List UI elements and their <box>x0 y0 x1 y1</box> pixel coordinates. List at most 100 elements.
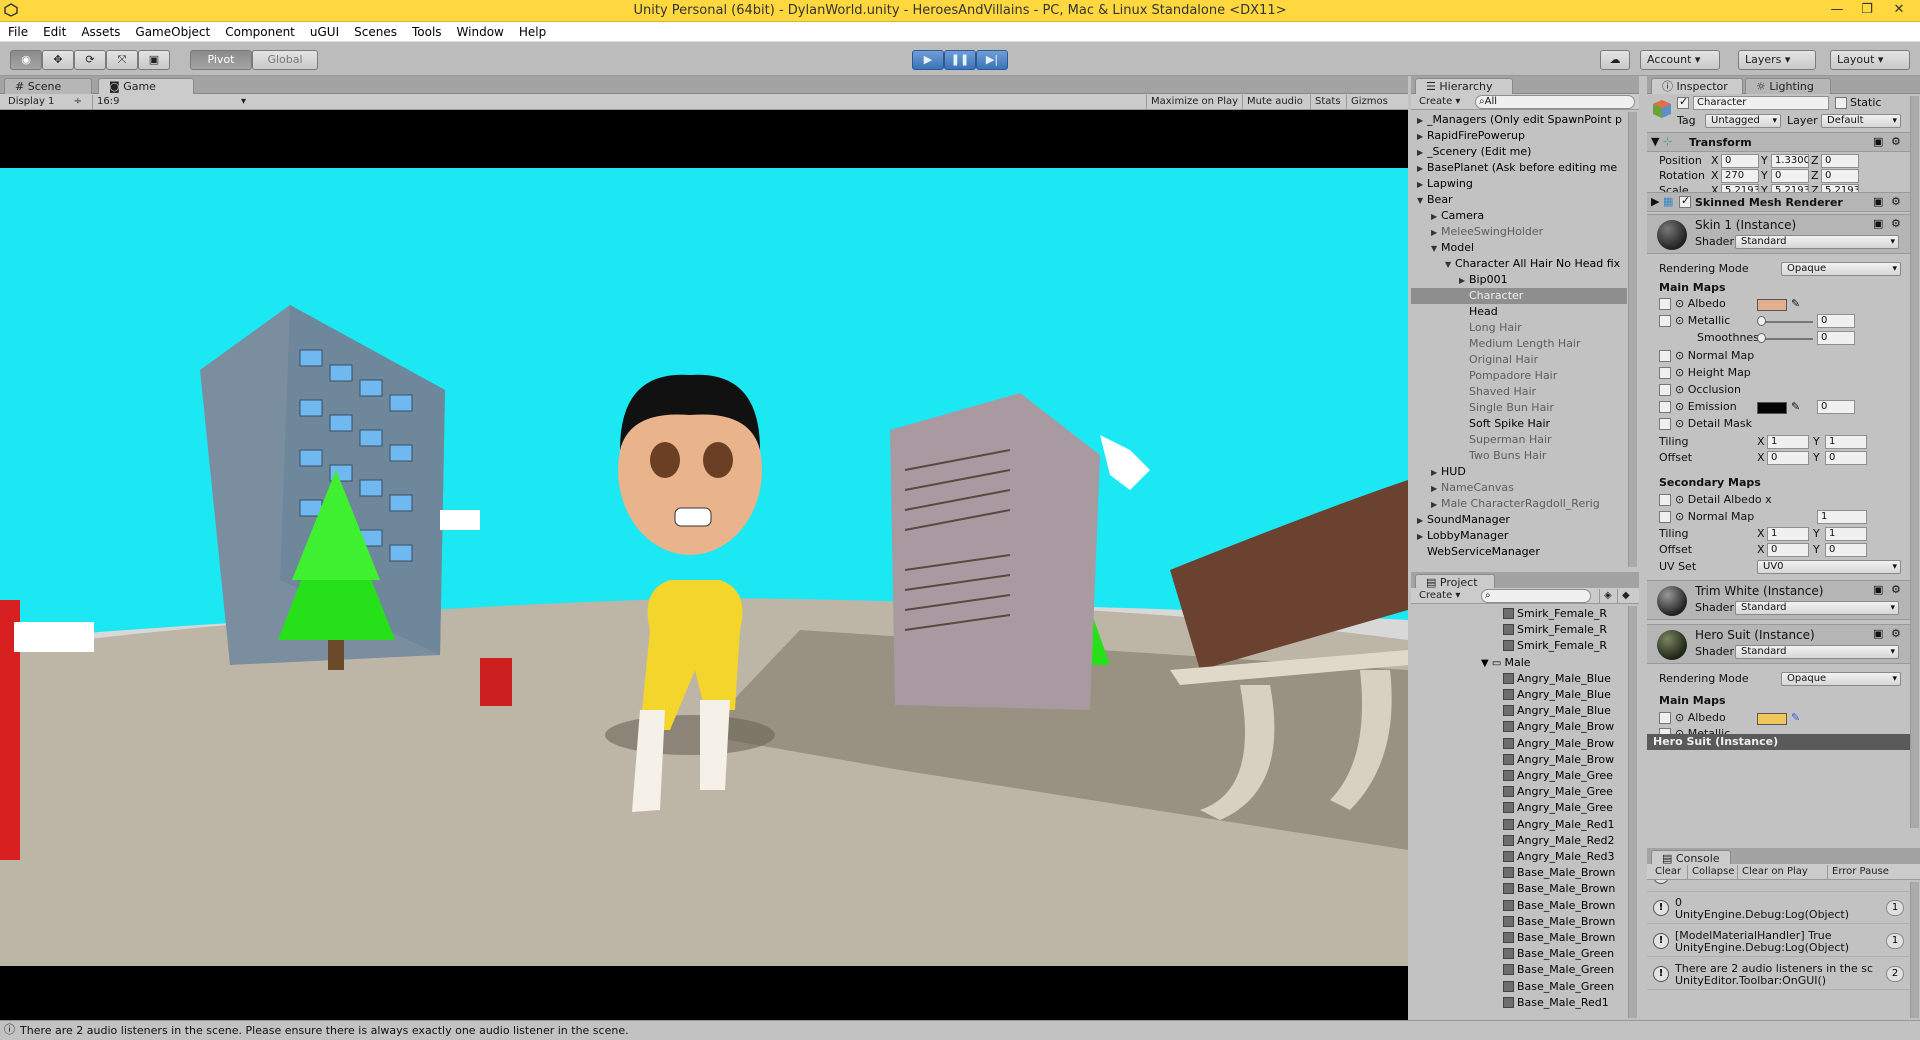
menu-window[interactable]: Window <box>449 22 511 39</box>
hierarchy-item[interactable]: Pompadore Hair <box>1411 368 1627 384</box>
hierarchy-item[interactable]: ▶ Lapwing <box>1411 176 1627 192</box>
material-skin-header[interactable]: Skin 1 (Instance) Shader Standard ▣ ⚙ <box>1647 214 1912 254</box>
gizmos-dropdown[interactable]: Gizmos <box>1346 95 1392 109</box>
metallic-value-input[interactable]: 0 <box>1817 314 1855 328</box>
hierarchy-item[interactable]: ▼ Character All Hair No Head fix <box>1411 256 1627 272</box>
project-scrollbar[interactable] <box>1628 606 1637 1018</box>
minimize-button[interactable]: — <box>1822 0 1852 22</box>
mute-audio-toggle[interactable]: Mute audio <box>1242 95 1307 109</box>
step-button[interactable]: ▶| <box>976 50 1008 70</box>
gear-icon[interactable]: ⚙ <box>1891 135 1901 149</box>
offset2-x-input[interactable]: 0 <box>1767 543 1809 557</box>
uv-set-dropdown[interactable]: UV0 <box>1757 560 1901 574</box>
smoothness-slider[interactable] <box>1761 338 1813 340</box>
project-item[interactable]: Angry_Male_Gree <box>1503 800 1613 816</box>
gear-icon[interactable]: ⚙ <box>1891 627 1901 641</box>
rotation-y-input[interactable]: 0 <box>1771 169 1809 183</box>
hierarchy-item[interactable]: Shaved Hair <box>1411 384 1627 400</box>
hierarchy-item[interactable]: ▶ Camera <box>1411 208 1627 224</box>
offset2-y-input[interactable]: 0 <box>1825 543 1867 557</box>
tiling-x-input[interactable]: 1 <box>1767 435 1809 449</box>
tab-inspector[interactable]: ⓘ Inspector <box>1651 78 1743 94</box>
move-tool-button[interactable]: ✥ <box>42 50 74 70</box>
layers-dropdown[interactable]: Layers ▾ <box>1738 50 1816 70</box>
expand-arrow-icon[interactable]: ▼ <box>1417 193 1427 208</box>
console-clear-on-play-toggle[interactable]: Clear on Play <box>1737 865 1812 879</box>
console-scrollbar[interactable] <box>1910 882 1919 1018</box>
collapse-arrow-icon[interactable]: ▶ <box>1459 273 1469 288</box>
rotate-tool-button[interactable]: ⟳ <box>74 50 106 70</box>
display-dropdown[interactable]: Display 1 ÷ <box>4 95 86 109</box>
console-entry[interactable]: ! [ModelMaterialHandler] True UnityEngine.… <box>1647 925 1912 957</box>
shader-dropdown[interactable]: Standard <box>1735 235 1899 249</box>
hierarchy-item[interactable]: Head <box>1411 304 1627 320</box>
position-y-input[interactable]: 1.3300 <box>1771 154 1809 168</box>
hierarchy-item[interactable]: ▶ BasePlanet (Ask before editing me <box>1411 160 1627 176</box>
console-entry[interactable]: !UnityEngine.Debug:Log(Object) <box>1647 880 1912 892</box>
shader-dropdown[interactable]: Standard <box>1735 645 1899 659</box>
rect-tool-button[interactable]: ▣ <box>138 50 170 70</box>
scale-tool-button[interactable]: ⤧ <box>106 50 138 70</box>
tag-dropdown[interactable]: Untagged <box>1705 114 1781 128</box>
hierarchy-item[interactable]: Soft Spike Hair <box>1411 416 1627 432</box>
project-item[interactable]: Base_Male_Brown <box>1503 881 1615 897</box>
cloud-button[interactable]: ☁ <box>1600 50 1630 70</box>
texture-slot[interactable] <box>1659 401 1671 413</box>
eyedropper-icon[interactable]: ✎ <box>1791 400 1800 414</box>
collapse-arrow-icon[interactable]: ▶ <box>1431 481 1441 496</box>
emission-value-input[interactable]: 0 <box>1817 400 1855 414</box>
project-item[interactable]: Base_Male_Brown <box>1503 914 1615 930</box>
texture-slot[interactable] <box>1659 315 1671 327</box>
layout-dropdown[interactable]: Layout ▾ <box>1830 50 1910 70</box>
material-trim-header[interactable]: Trim White (Instance) Shader Standard ▣ … <box>1647 580 1912 620</box>
project-item[interactable]: Angry_Male_Red3 <box>1503 849 1614 865</box>
collapse-arrow-icon[interactable]: ▶ <box>1417 513 1427 528</box>
project-item[interactable]: Angry_Male_Red1 <box>1503 817 1614 833</box>
eyedropper-icon[interactable]: ✎ <box>1791 711 1800 725</box>
collapse-arrow-icon[interactable]: ▶ <box>1417 161 1427 176</box>
gear-icon[interactable]: ⚙ <box>1891 217 1901 231</box>
project-item[interactable]: Smirk_Female_R <box>1503 606 1607 622</box>
inspector-scrollbar[interactable] <box>1910 96 1919 828</box>
hierarchy-item[interactable]: ▶ MeleeSwingHolder <box>1411 224 1627 240</box>
hierarchy-item[interactable]: Superman Hair <box>1411 432 1627 448</box>
offset-y-input[interactable]: 0 <box>1825 451 1867 465</box>
aspect-dropdown[interactable]: 16:9 ▾ <box>92 95 250 109</box>
restore-button[interactable]: ❐ <box>1852 0 1882 22</box>
gear-icon[interactable]: ⚙ <box>1891 195 1901 209</box>
help-icon[interactable]: ▣ <box>1873 217 1883 231</box>
console-error-pause-toggle[interactable]: Error Pause <box>1827 865 1893 879</box>
hierarchy-item[interactable]: ▶ _Managers (Only edit SpawnPoint p <box>1411 112 1627 128</box>
expand-arrow-icon[interactable]: ▼ <box>1431 241 1441 256</box>
skinned-mesh-renderer-header[interactable]: ▶ ▦ Skinned Mesh Renderer ▣ ⚙ <box>1647 192 1912 212</box>
hierarchy-item[interactable]: Character <box>1411 288 1627 304</box>
project-item[interactable]: Angry_Male_Gree <box>1503 784 1613 800</box>
tab-scene[interactable]: # Scene <box>4 78 92 94</box>
hierarchy-item[interactable]: ▼ Bear <box>1411 192 1627 208</box>
menu-assets[interactable]: Assets <box>73 22 127 39</box>
project-item[interactable]: Base_Male_Brown <box>1503 865 1615 881</box>
hierarchy-item[interactable]: Two Buns Hair <box>1411 448 1627 464</box>
hierarchy-item[interactable]: ▶ LobbyManager <box>1411 528 1627 544</box>
project-item[interactable]: Angry_Male_Blue <box>1503 703 1611 719</box>
collapse-arrow-icon[interactable]: ▶ <box>1431 225 1441 240</box>
tiling2-y-input[interactable]: 1 <box>1825 527 1867 541</box>
game-view[interactable] <box>0 110 1408 1025</box>
tab-game[interactable]: ◙ Game <box>98 78 194 94</box>
texture-slot[interactable] <box>1659 712 1671 724</box>
hierarchy-item[interactable]: WebServiceManager <box>1411 544 1627 560</box>
hierarchy-item[interactable]: ▶ RapidFirePowerup <box>1411 128 1627 144</box>
console-collapse-toggle[interactable]: Collapse <box>1687 865 1739 879</box>
project-item[interactable]: Base_Male_Green <box>1503 946 1614 962</box>
global-toggle[interactable]: Global <box>252 50 318 70</box>
hierarchy-item[interactable]: Medium Length Hair <box>1411 336 1627 352</box>
pivot-toggle[interactable]: Pivot <box>190 50 252 70</box>
albedo-color-swatch[interactable] <box>1757 299 1787 311</box>
console-entry[interactable]: ! 0 UnityEngine.Debug:Log(Object) 1 <box>1647 892 1912 924</box>
smoothness-value-input[interactable]: 0 <box>1817 331 1855 345</box>
tiling2-x-input[interactable]: 1 <box>1767 527 1809 541</box>
texture-slot[interactable] <box>1659 511 1671 523</box>
hierarchy-item[interactable]: ▶ Bip001 <box>1411 272 1627 288</box>
texture-slot[interactable] <box>1659 367 1671 379</box>
menu-help[interactable]: Help <box>511 22 553 39</box>
